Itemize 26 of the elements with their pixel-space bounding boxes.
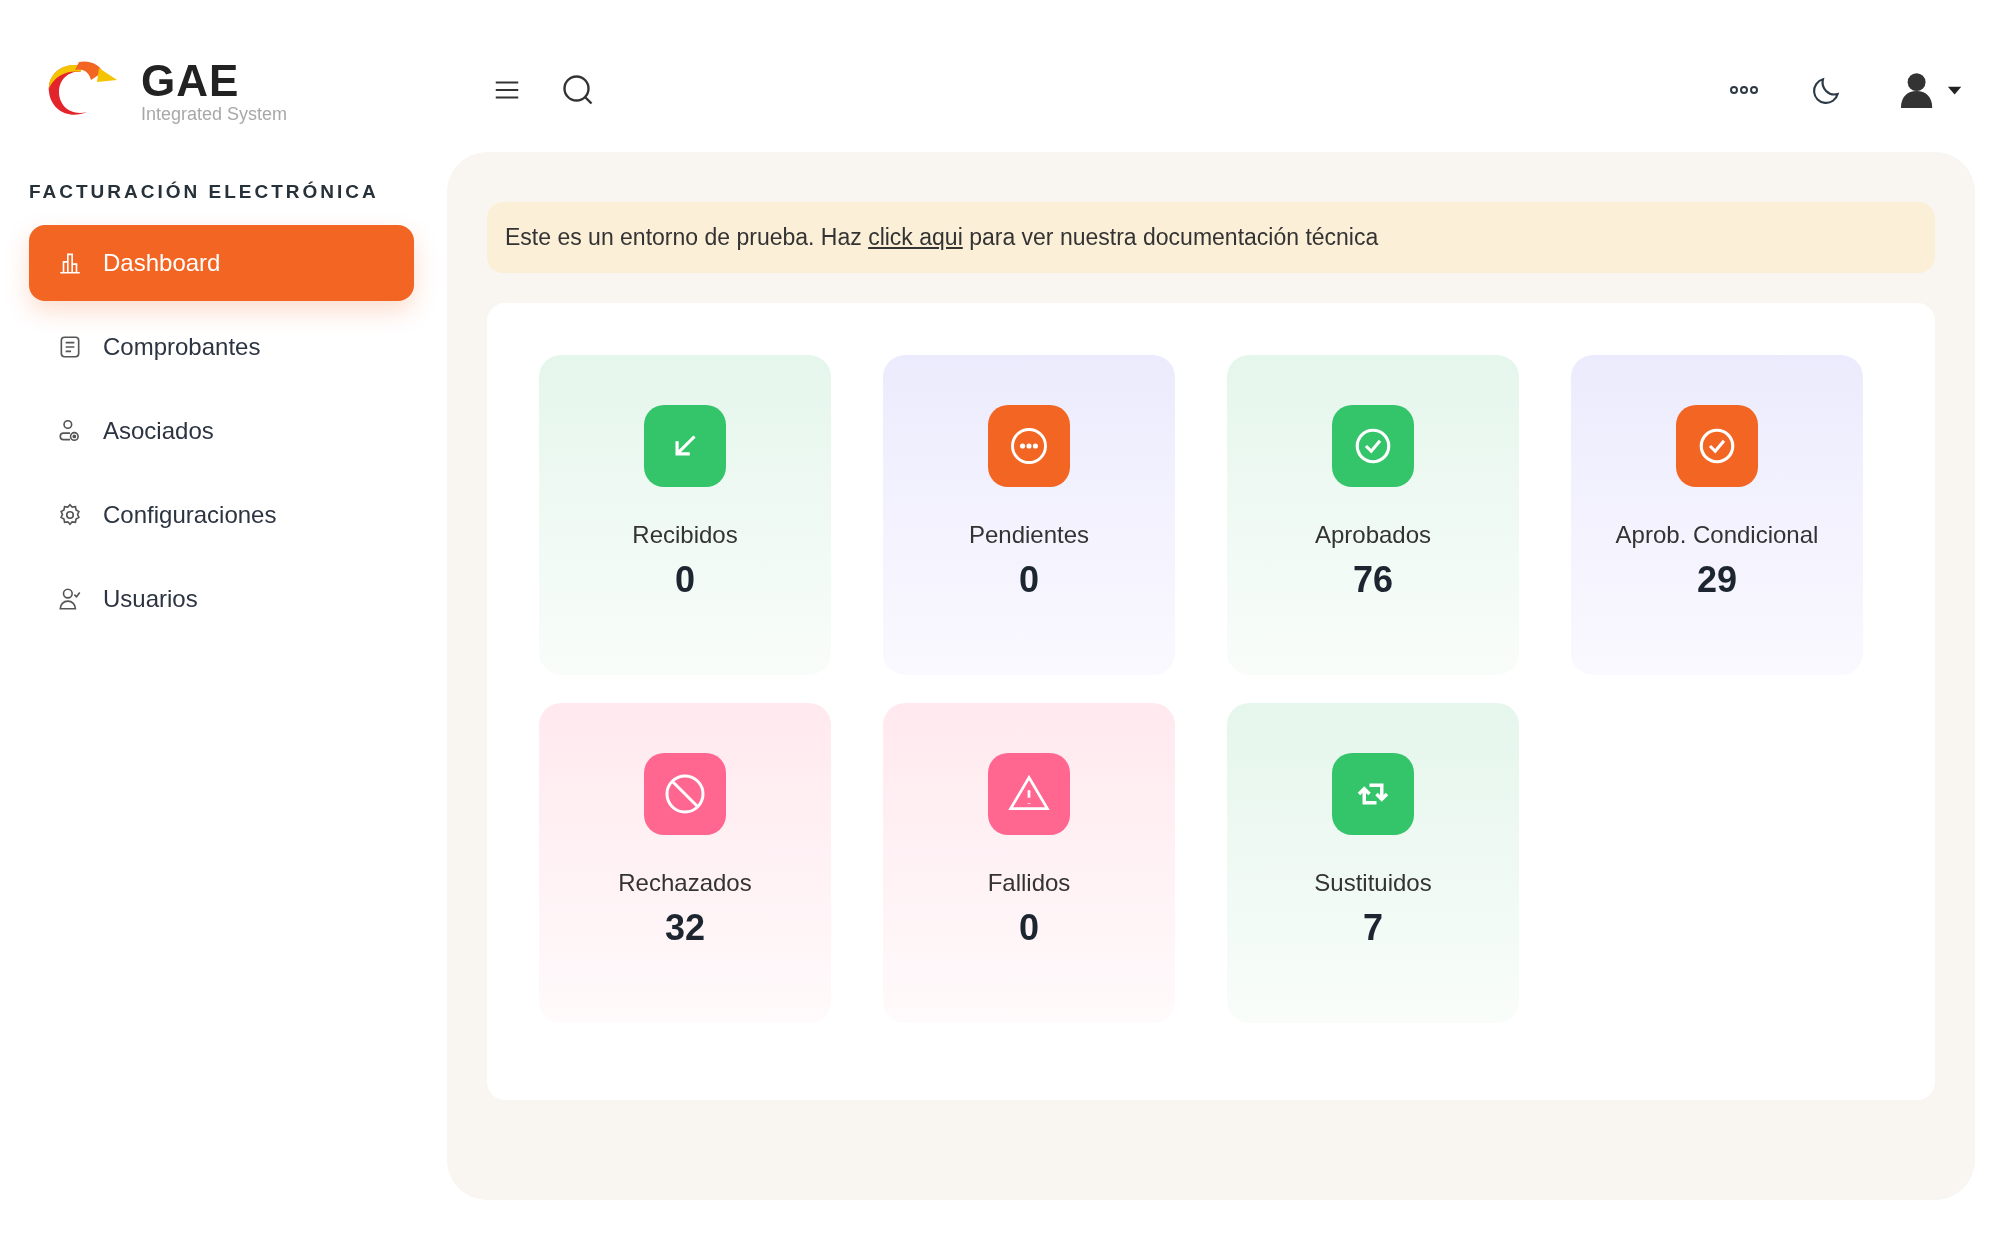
settings-icon (57, 502, 83, 528)
stat-value: 29 (1696, 559, 1737, 601)
section-title: FACTURACIÓN ELECTRÓNICA (29, 181, 380, 203)
more-icon[interactable] (1729, 85, 1759, 95)
notice-text: Este es un entorno de prueba. Haz click aqui para ver nuestra documentación técnica (505, 224, 1379, 250)
stat-label: Aprobados (1314, 521, 1432, 549)
stat-label: Aprob. Condicional (1615, 521, 1819, 549)
stat-label: Fallidos (987, 869, 1071, 897)
logo-name: GAE (141, 58, 241, 104)
stat-label: Recibidos (632, 521, 738, 549)
stat-value: 7 (1363, 907, 1383, 949)
logo-tagline: Integrated System (141, 104, 288, 125)
stat-value: 0 (1019, 559, 1039, 601)
stat-value: 0 (675, 559, 695, 601)
stat-value: 0 (1019, 907, 1039, 949)
stat-value: 32 (664, 907, 705, 949)
stat-label: Rechazados (618, 869, 752, 897)
sidebar-item[interactable]: Usuarios (29, 561, 414, 637)
sidebar-item[interactable]: Configuraciones (29, 477, 414, 553)
sidebar-item[interactable]: Comprobantes (29, 309, 414, 385)
documentation-link[interactable]: click aqui (868, 224, 963, 250)
stat-label: Pendientes (968, 521, 1090, 549)
sidebar-item[interactable]: Asociados (29, 393, 414, 469)
user-check-icon (57, 586, 83, 612)
stat-value: 76 (1352, 559, 1393, 601)
stat-label: Sustituidos (1314, 869, 1432, 897)
